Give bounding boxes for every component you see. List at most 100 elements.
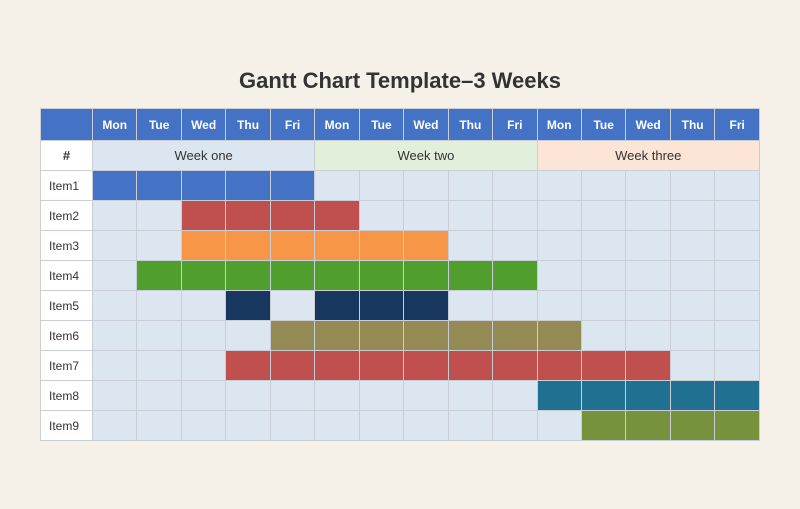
gantt-cell <box>137 381 181 411</box>
gantt-cell <box>226 201 270 231</box>
gantt-cell <box>404 291 448 321</box>
gantt-cell <box>404 261 448 291</box>
gantt-cell <box>404 351 448 381</box>
gantt-cell <box>137 201 181 231</box>
gantt-cell <box>448 201 492 231</box>
table-row: Item7 <box>41 351 760 381</box>
gantt-cell <box>359 261 403 291</box>
table-row: Item3 <box>41 231 760 261</box>
day-6: Mon <box>315 109 359 141</box>
table-row: Item9 <box>41 411 760 441</box>
gantt-cell <box>226 351 270 381</box>
gantt-cell <box>626 411 670 441</box>
gantt-cell <box>715 351 760 381</box>
gantt-cell <box>315 171 359 201</box>
hash-cell: # <box>41 141 93 171</box>
gantt-cell <box>359 381 403 411</box>
gantt-cell <box>581 411 625 441</box>
table-row: Item5 <box>41 291 760 321</box>
gantt-cell <box>537 291 581 321</box>
gantt-cell <box>715 201 760 231</box>
gantt-cell <box>581 171 625 201</box>
gantt-cell <box>626 231 670 261</box>
gantt-cell <box>537 231 581 261</box>
gantt-cell <box>493 231 537 261</box>
gantt-cell <box>626 171 670 201</box>
table-row: Item4 <box>41 261 760 291</box>
gantt-cell <box>270 291 314 321</box>
chart-title: Gantt Chart Template–3 Weeks <box>40 68 760 94</box>
row-label: Item7 <box>41 351 93 381</box>
gantt-cell <box>270 411 314 441</box>
gantt-cell <box>181 201 225 231</box>
gantt-cell <box>270 381 314 411</box>
gantt-cell <box>537 411 581 441</box>
day-8: Wed <box>404 109 448 141</box>
gantt-cell <box>359 321 403 351</box>
gantt-cell <box>448 411 492 441</box>
gantt-cell <box>404 201 448 231</box>
week-one-label: Week one <box>93 141 315 171</box>
gantt-cell <box>226 291 270 321</box>
row-label: Item6 <box>41 321 93 351</box>
gantt-cell <box>315 321 359 351</box>
gantt-cell <box>315 261 359 291</box>
gantt-cell <box>448 321 492 351</box>
day-3: Wed <box>181 109 225 141</box>
row-label: Item5 <box>41 291 93 321</box>
day-5: Fri <box>270 109 314 141</box>
header-empty <box>41 109 93 141</box>
gantt-cell <box>93 351 137 381</box>
day-14: Thu <box>670 109 714 141</box>
gantt-cell <box>270 201 314 231</box>
gantt-cell <box>626 381 670 411</box>
gantt-cell <box>359 351 403 381</box>
gantt-cell <box>715 261 760 291</box>
gantt-cell <box>137 291 181 321</box>
gantt-cell <box>670 351 714 381</box>
gantt-cell <box>137 411 181 441</box>
gantt-cell <box>493 381 537 411</box>
gantt-cell <box>493 171 537 201</box>
gantt-cell <box>448 171 492 201</box>
gantt-cell <box>226 381 270 411</box>
day-header-row: Mon Tue Wed Thu Fri Mon Tue Wed Thu Fri … <box>41 109 760 141</box>
gantt-cell <box>715 171 760 201</box>
gantt-cell <box>581 291 625 321</box>
gantt-cell <box>537 351 581 381</box>
gantt-cell <box>404 231 448 261</box>
gantt-cell <box>448 231 492 261</box>
gantt-cell <box>359 231 403 261</box>
gantt-cell <box>181 321 225 351</box>
gantt-cell <box>448 351 492 381</box>
gantt-cell <box>537 171 581 201</box>
gantt-cell <box>137 321 181 351</box>
gantt-cell <box>448 381 492 411</box>
gantt-cell <box>670 261 714 291</box>
gantt-cell <box>93 171 137 201</box>
gantt-cell <box>181 351 225 381</box>
gantt-cell <box>315 291 359 321</box>
day-13: Wed <box>626 109 670 141</box>
week-three-label: Week three <box>537 141 759 171</box>
gantt-cell <box>137 351 181 381</box>
gantt-cell <box>226 231 270 261</box>
gantt-cell <box>626 291 670 321</box>
gantt-cell <box>359 171 403 201</box>
day-1: Mon <box>93 109 137 141</box>
gantt-cell <box>270 351 314 381</box>
gantt-cell <box>493 261 537 291</box>
row-label: Item1 <box>41 171 93 201</box>
gantt-cell <box>181 261 225 291</box>
gantt-cell <box>670 201 714 231</box>
gantt-cell <box>581 231 625 261</box>
gantt-cell <box>93 231 137 261</box>
day-10: Fri <box>493 109 537 141</box>
gantt-cell <box>226 171 270 201</box>
table-row: Item2 <box>41 201 760 231</box>
gantt-cell <box>315 231 359 261</box>
gantt-cell <box>581 201 625 231</box>
gantt-cell <box>181 171 225 201</box>
gantt-cell <box>626 201 670 231</box>
day-11: Mon <box>537 109 581 141</box>
